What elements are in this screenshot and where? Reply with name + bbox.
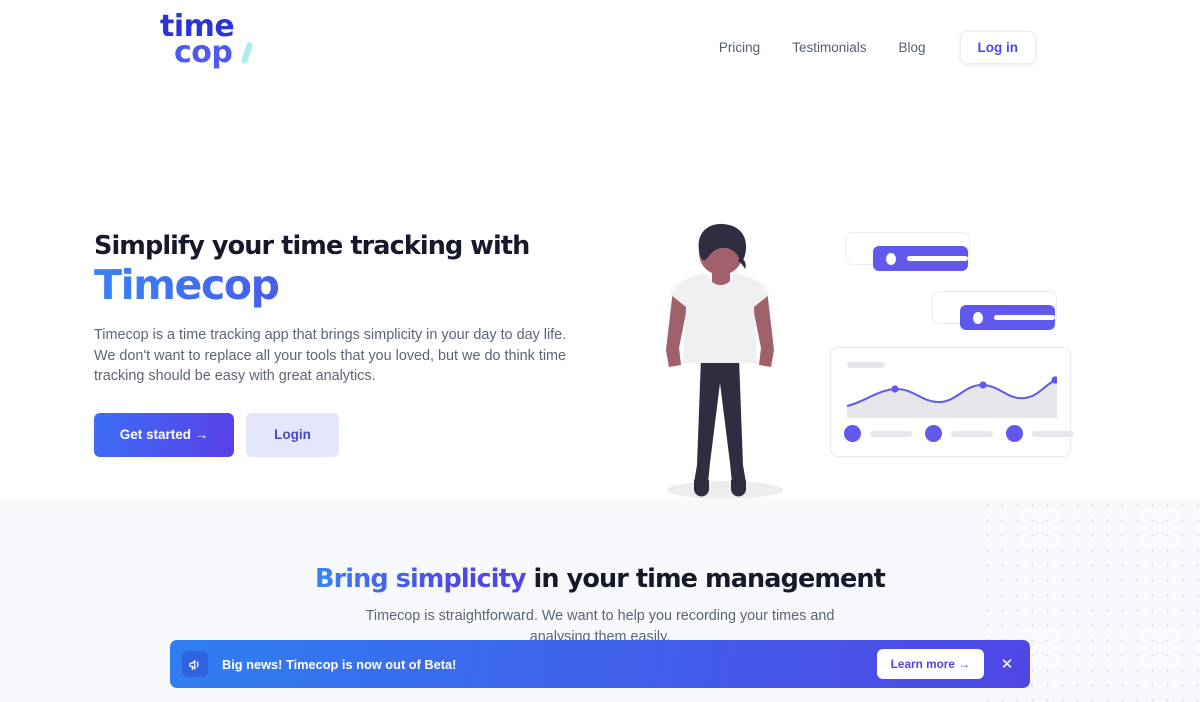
hero-button-group: Get started → Login <box>94 412 594 457</box>
hero-heading-line2: Timecop <box>94 262 594 309</box>
floating-card-2-bar <box>960 305 1055 330</box>
person-illustration <box>666 223 783 499</box>
megaphone-icon <box>182 651 208 677</box>
section2-heading-rest: in your time management <box>525 564 886 594</box>
login-button[interactable]: Log in <box>959 31 1036 64</box>
analytics-card <box>830 347 1074 457</box>
hero-login-button[interactable]: Login <box>246 412 339 457</box>
banner-message: Big news! Timecop is now out of Beta! <box>222 656 457 672</box>
legend-dot-icon <box>925 425 942 442</box>
banner-close-icon[interactable]: ✕ <box>994 651 1020 677</box>
toggle-dot-icon <box>886 252 897 265</box>
legend-dot-icon <box>844 425 861 442</box>
hero-paragraph: Timecop is a time tracking app that brin… <box>94 327 567 385</box>
placeholder-line <box>907 256 968 261</box>
hero-heading-line1: Simplify your time tracking with <box>94 231 530 261</box>
legend-placeholder-bar <box>870 430 912 437</box>
floating-card-1-bar <box>873 246 968 271</box>
legend-placeholder-bar <box>1032 430 1074 437</box>
hero-copy: Simplify your time tracking with Timecop… <box>94 232 594 457</box>
landing-page: time cop Pricing Testimonials Blog Log i… <box>0 0 1200 702</box>
section2-heading-highlight: Bring simplicity <box>315 564 526 594</box>
site-header: time cop Pricing Testimonials Blog Log i… <box>0 0 1200 92</box>
legend-placeholder-bar <box>951 430 993 437</box>
analytics-area-chart <box>847 376 1057 418</box>
legend-row <box>925 425 993 442</box>
banner-learn-more-button[interactable]: Learn more → <box>876 649 984 679</box>
nav-item-testimonials[interactable]: Testimonials <box>776 40 882 55</box>
section2-heading: Bring simplicity in your time management <box>0 564 1200 594</box>
logo[interactable]: time cop <box>160 12 260 78</box>
nav-item-pricing[interactable]: Pricing <box>703 40 776 55</box>
announcement-banner: Big news! Timecop is now out of Beta! Le… <box>170 640 1030 688</box>
legend-row <box>1006 425 1074 442</box>
get-started-button[interactable]: Get started → <box>94 412 234 457</box>
hero-section: time cop Pricing Testimonials Blog Log i… <box>0 0 1200 499</box>
analytics-card-title-placeholder <box>847 362 885 368</box>
hero-illustration <box>650 215 1170 505</box>
main-nav: Pricing Testimonials Blog Log in <box>703 31 1036 64</box>
placeholder-line <box>994 315 1055 320</box>
legend-dot-icon <box>1006 425 1023 442</box>
nav-item-blog[interactable]: Blog <box>882 40 941 55</box>
legend-row <box>844 425 912 442</box>
toggle-dot-icon <box>973 311 984 324</box>
analytics-legend-rows <box>844 425 1087 442</box>
